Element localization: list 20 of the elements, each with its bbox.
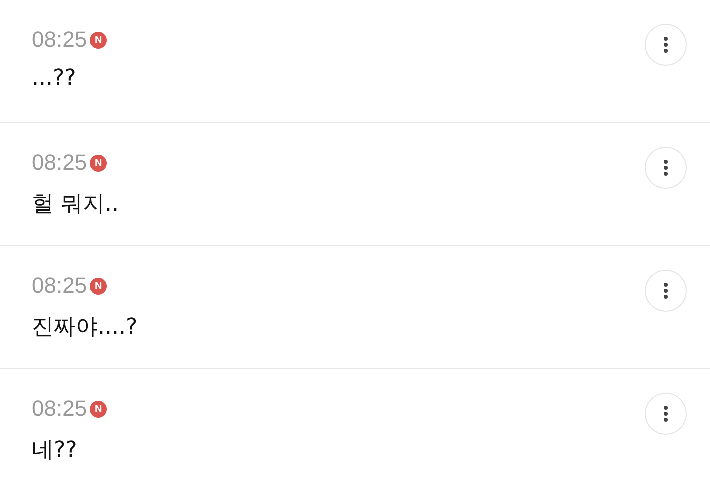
more-icon [663,36,669,54]
comment-time: 08:25 [32,27,88,53]
comment-time: 08:25 [32,150,88,176]
new-badge: N [90,400,108,418]
more-button[interactable] [645,24,687,66]
more-button[interactable] [645,393,687,435]
comment-time: 08:25 [32,273,88,299]
more-button[interactable] [645,147,687,189]
new-badge: N [90,32,108,48]
new-badge: N [90,154,108,172]
more-icon [663,405,669,423]
more-icon [663,282,669,300]
comment-text: 헐 뭐지.. [32,191,119,219]
comment-time: 08:25 [32,396,88,422]
more-icon [663,159,669,177]
comment-text: 네?? [32,437,78,465]
more-button[interactable] [645,270,687,312]
comment-text: ...?? [32,66,78,91]
comment-text: 진짜야....? [32,314,138,342]
new-badge: N [90,278,108,294]
